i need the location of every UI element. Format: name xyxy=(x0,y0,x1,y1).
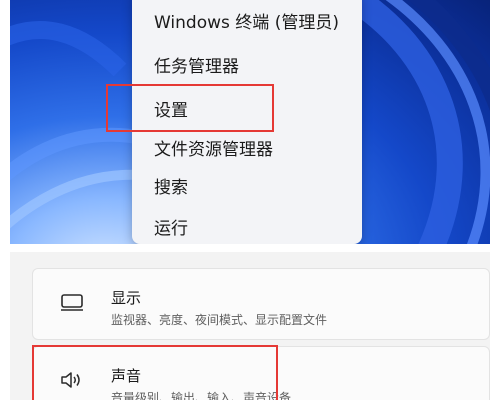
start-context-menu: Windows 终端 (管理员) 任务管理器 设置 文件资源管理器 搜索 运行 xyxy=(132,0,362,244)
menu-item-task-manager[interactable]: 任务管理器 xyxy=(154,52,239,82)
desktop-wallpaper: Windows 终端 (管理员) 任务管理器 设置 文件资源管理器 搜索 运行 xyxy=(10,0,490,244)
settings-item-subtitle: 音量级别、输出、输入、声音设备 xyxy=(111,391,292,400)
settings-item-display[interactable]: 显示 监视器、亮度、夜间模式、显示配置文件 xyxy=(32,268,490,340)
menu-item-search[interactable]: 搜索 xyxy=(154,173,188,203)
menu-item-settings[interactable]: 设置 xyxy=(154,96,188,126)
menu-item-windows-terminal-admin[interactable]: Windows 终端 (管理员) xyxy=(154,8,339,38)
settings-system-panel: 显示 监视器、亮度、夜间模式、显示配置文件 声音 音量级别、输出、输入、声音设备 xyxy=(10,252,490,400)
speaker-icon xyxy=(59,369,85,391)
screenshot: Windows 终端 (管理员) 任务管理器 设置 文件资源管理器 搜索 运行 … xyxy=(0,0,500,400)
settings-item-title: 显示 xyxy=(111,289,142,307)
settings-item-sound[interactable]: 声音 音量级别、输出、输入、声音设备 xyxy=(32,346,490,400)
monitor-icon xyxy=(59,291,85,313)
menu-item-file-explorer[interactable]: 文件资源管理器 xyxy=(154,135,273,165)
settings-item-subtitle: 监视器、亮度、夜间模式、显示配置文件 xyxy=(111,313,328,327)
settings-item-title: 声音 xyxy=(111,367,142,385)
menu-item-run[interactable]: 运行 xyxy=(154,214,188,244)
